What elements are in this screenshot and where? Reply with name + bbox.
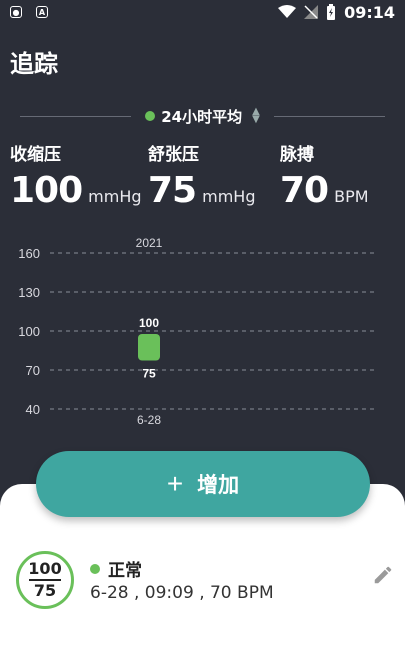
- record-systolic: 100: [28, 559, 62, 579]
- diastolic-value: 75 mmHg: [148, 170, 255, 211]
- record-status: 正常: [90, 556, 142, 581]
- status-dot: [90, 563, 100, 574]
- systolic-unit: mmHg: [88, 187, 142, 206]
- record-reading-badge[interactable]: 100 75: [16, 551, 74, 609]
- edit-pencil-icon[interactable]: [372, 564, 394, 586]
- systolic-number: 100: [10, 170, 83, 211]
- record-status-label: 正常: [108, 561, 142, 581]
- diastolic-label: 舒张压: [148, 145, 199, 165]
- status-bar: ● A 09:14: [0, 0, 405, 24]
- record-detail: 6-28 , 09:09 , 70 BPM: [90, 583, 274, 603]
- y-tick-label: 130: [18, 285, 40, 300]
- page-title: 追踪: [10, 50, 58, 78]
- blood-pressure-chart[interactable]: 160 130 100 70 40 2021 100 75 6-28: [0, 230, 405, 430]
- wifi-icon: [278, 5, 297, 18]
- range-selector-row: 24小时平均 ▲ ▼: [20, 106, 386, 127]
- a-icon: A: [36, 6, 48, 18]
- bar-systolic-label: 100: [139, 316, 159, 330]
- bp-range-bar: [138, 334, 160, 361]
- y-tick-label: 70: [26, 363, 40, 378]
- status-dot: [145, 111, 156, 121]
- y-tick-label: 40: [26, 402, 40, 417]
- status-time: 09:14: [344, 2, 395, 22]
- bar-diastolic-label: 75: [142, 367, 156, 381]
- diastolic-unit: mmHg: [202, 187, 256, 206]
- systolic-label: 收缩压: [10, 145, 61, 165]
- pulse-label: 脉搏: [280, 145, 314, 165]
- record-diastolic: 75: [33, 580, 57, 600]
- range-label: 24小时平均: [161, 107, 243, 126]
- range-selector[interactable]: 24小时平均 ▲ ▼: [131, 106, 274, 127]
- y-tick-label: 160: [18, 246, 40, 261]
- add-button-label: 增加: [197, 474, 240, 497]
- battery-charging-icon: [327, 4, 336, 20]
- divider: [273, 115, 386, 117]
- notification-icon: ●: [10, 6, 22, 18]
- systolic-value: 100 mmHg: [10, 170, 142, 211]
- pulse-number: 70: [280, 170, 329, 211]
- pulse-unit: BPM: [334, 187, 369, 206]
- signal-off-icon: [304, 5, 319, 19]
- diastolic-number: 75: [148, 170, 197, 211]
- sort-arrows-icon: ▲ ▼: [252, 106, 260, 125]
- x-tick-label: 6-28: [137, 413, 161, 427]
- plus-icon: +: [166, 468, 184, 499]
- pulse-value: 70 BPM: [280, 170, 369, 211]
- year-label: 2021: [136, 236, 163, 250]
- divider: [20, 115, 132, 117]
- y-tick-label: 100: [18, 324, 40, 339]
- add-button[interactable]: + 增加: [36, 451, 370, 517]
